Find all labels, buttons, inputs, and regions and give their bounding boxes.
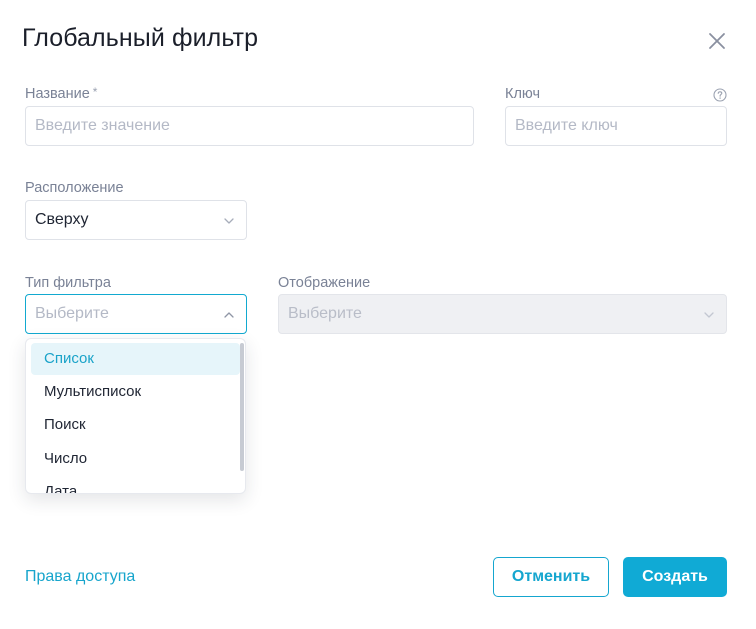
name-label-text: Название [25,86,90,102]
create-button[interactable]: Создать [623,557,727,597]
dialog-title: Глобальный фильтр [22,24,259,52]
key-label: Ключ [505,86,541,102]
dropdown-option-multilist[interactable]: Мультисписок [31,376,240,408]
question-circle-icon[interactable] [713,88,727,102]
chevron-down-icon [224,218,234,224]
dropdown-option-search[interactable]: Поиск [31,409,240,441]
global-filter-dialog: Глобальный фильтр Название* Ключ Располо… [0,0,756,629]
display-label: Отображение [278,275,371,291]
dropdown-option-list[interactable]: Список [31,343,240,375]
filter-type-label: Тип фильтра [25,275,111,291]
display-select: Выберите [278,294,727,334]
chevron-up-icon [224,312,234,318]
filter-type-select[interactable]: Выберите [25,294,247,334]
close-icon [709,33,725,49]
display-placeholder: Выберите [288,305,362,322]
filter-type-placeholder: Выберите [35,305,109,322]
name-label: Название * [25,85,98,102]
cancel-button[interactable]: Отменить [493,557,609,597]
position-select[interactable]: Сверху [25,200,247,240]
chevron-down-icon [704,312,714,318]
key-input[interactable] [505,106,727,146]
dropdown-option-number[interactable]: Число [31,443,240,475]
dropdown-option-date[interactable]: Дата [31,476,240,493]
close-button[interactable] [704,28,730,54]
name-input[interactable] [25,106,474,146]
access-rights-link[interactable]: Права доступа [25,568,135,586]
dropdown-scrollbar[interactable] [240,343,244,471]
position-value: Сверху [35,211,89,228]
required-mark: * [92,85,98,99]
position-label: Расположение [25,180,124,196]
filter-type-dropdown: Список Мультисписок Поиск Число Дата [25,338,246,494]
